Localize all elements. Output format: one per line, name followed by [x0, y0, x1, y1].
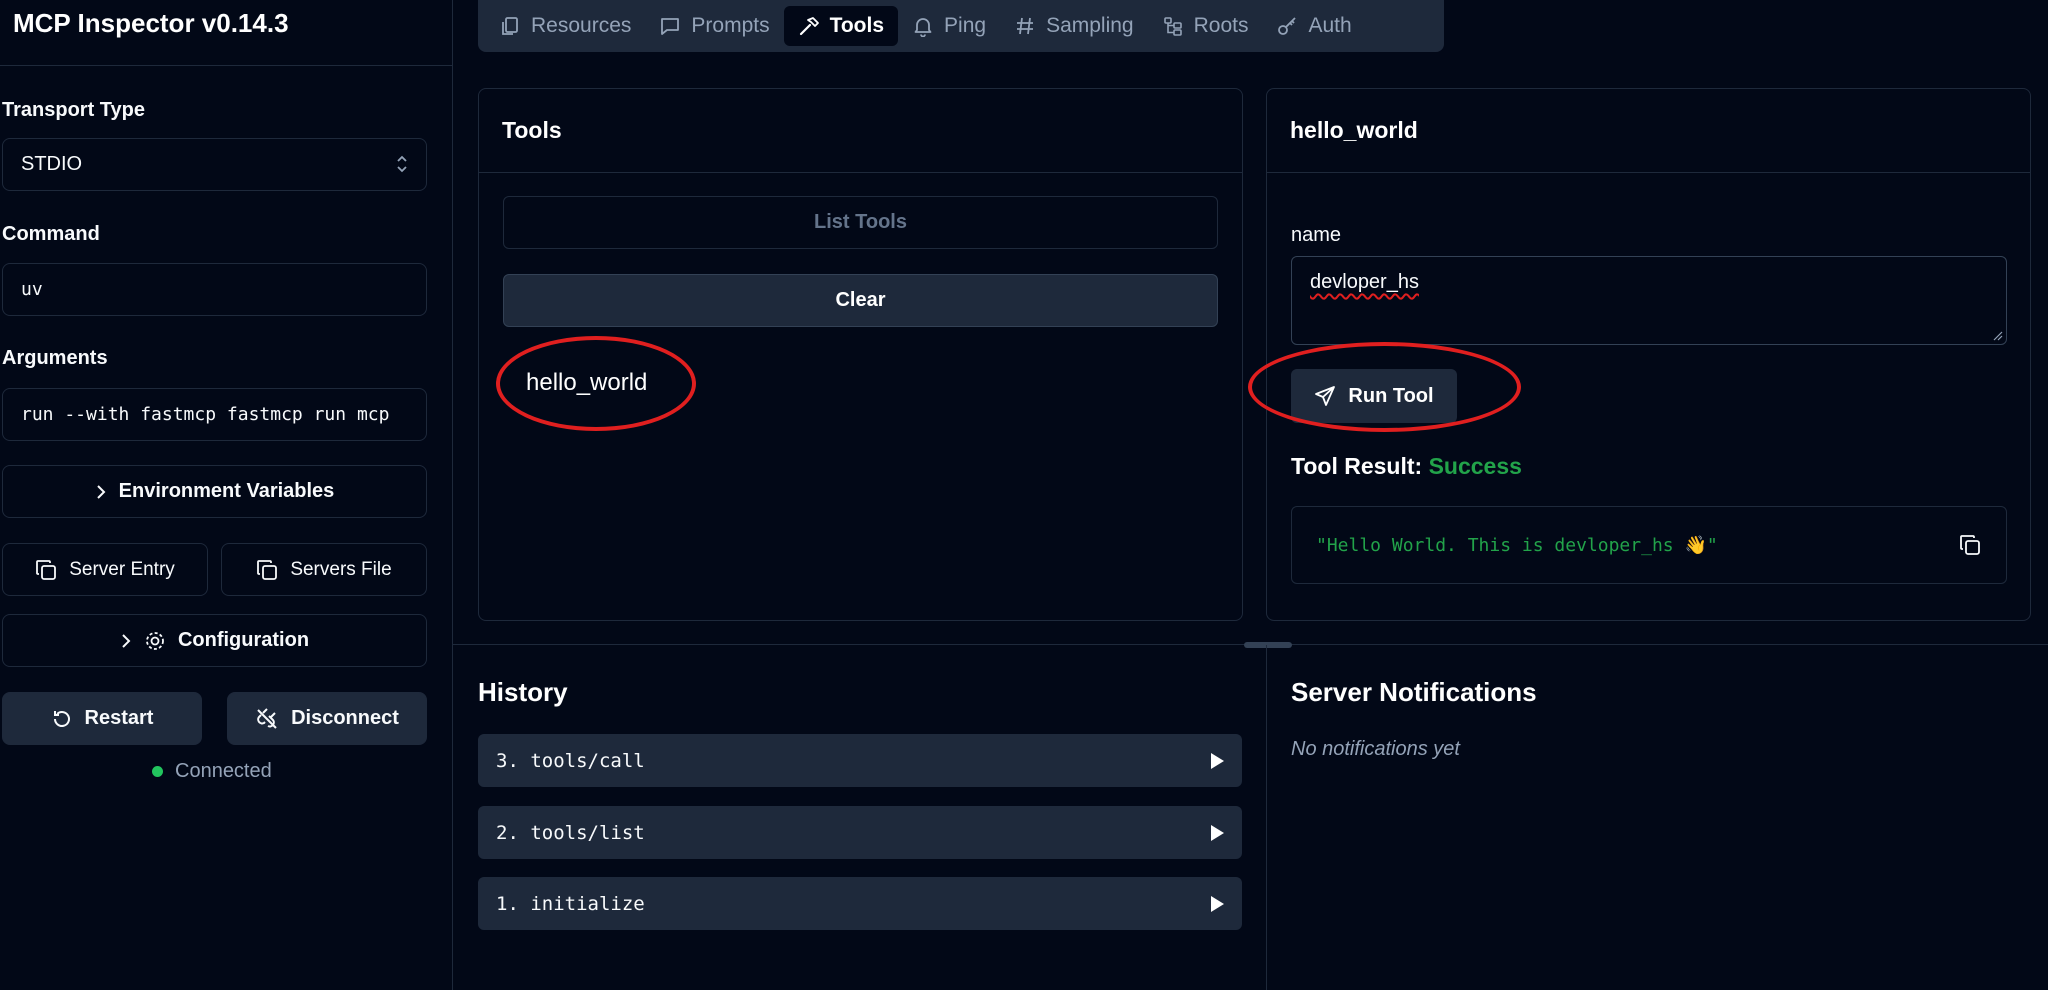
configuration-button[interactable]: Configuration — [2, 614, 427, 667]
tools-card-title: Tools — [479, 89, 1242, 173]
transport-type-select[interactable]: STDIO — [2, 138, 427, 191]
no-notifications-text: No notifications yet — [1291, 738, 1460, 760]
resize-grip-icon[interactable] — [1993, 331, 2003, 341]
servers-file-button[interactable]: Servers File — [221, 543, 427, 596]
clear-button[interactable]: Clear — [503, 274, 1218, 327]
tab-prompts[interactable]: Prompts — [645, 6, 783, 46]
servers-file-label: Servers File — [290, 558, 392, 580]
connection-status-text: Connected — [175, 760, 272, 782]
copy-icon — [36, 559, 57, 580]
copy-icon — [257, 559, 278, 580]
tab-roots-label: Roots — [1193, 14, 1249, 37]
tab-ping[interactable]: Ping — [898, 6, 1000, 46]
history-item-label: 3. tools/call — [496, 749, 645, 772]
play-icon — [1211, 752, 1224, 769]
app-title: MCP Inspector v0.14.3 — [13, 8, 289, 38]
sidebar-header: MCP Inspector v0.14.3 — [0, 0, 452, 66]
command-value: uv — [21, 279, 43, 300]
transport-type-label: Transport Type — [2, 99, 145, 121]
tab-roots[interactable]: Roots — [1148, 6, 1263, 46]
resize-handle[interactable] — [1244, 642, 1292, 648]
arguments-value: run --with fastmcp fastmcp run mcp — [21, 404, 390, 425]
tab-bar: Resources Prompts Tools Ping Sampling Ro… — [478, 0, 1444, 52]
tool-result-status: Success — [1428, 453, 1522, 479]
send-icon — [1315, 386, 1336, 406]
restart-button[interactable]: Restart — [2, 692, 202, 745]
play-icon — [1211, 895, 1224, 912]
param-name-value: devloper_hs — [1310, 271, 1419, 293]
tab-resources-label: Resources — [531, 14, 632, 37]
environment-variables-button[interactable]: Environment Variables — [2, 465, 427, 518]
connection-status: Connected — [152, 760, 272, 783]
chevrons-up-down-icon — [397, 155, 407, 173]
play-icon — [1211, 824, 1224, 841]
tab-tools-label: Tools — [829, 14, 885, 37]
run-tool-button[interactable]: Run Tool — [1291, 369, 1457, 423]
tools-card: Tools List Tools Clear hello_world — [478, 88, 1243, 621]
transport-type-value: STDIO — [21, 153, 83, 175]
disconnect-label: Disconnect — [291, 707, 399, 729]
bottom-panel-divider — [1266, 645, 1267, 990]
status-dot — [152, 766, 163, 777]
tab-sampling-label: Sampling — [1046, 14, 1134, 37]
disconnect-button[interactable]: Disconnect — [227, 692, 427, 745]
server-entry-label: Server Entry — [69, 558, 175, 580]
history-item[interactable]: 1. initialize — [478, 877, 1242, 930]
tab-sampling[interactable]: Sampling — [1000, 6, 1148, 46]
history-item-label: 2. tools/list — [496, 821, 645, 844]
gear-icon — [146, 631, 164, 650]
message-icon — [661, 18, 680, 35]
tool-result-label: Tool Result: — [1291, 453, 1423, 479]
tool-item-hello-world[interactable]: hello_world — [526, 369, 647, 397]
tool-result-text: "Hello World. This is devloper_hs 👋" — [1316, 534, 1718, 556]
tool-result-heading: Tool Result: Success — [1291, 453, 1522, 480]
rotate-ccw-icon — [53, 710, 70, 727]
tab-auth[interactable]: Auth — [1262, 6, 1365, 46]
tab-ping-label: Ping — [944, 14, 987, 37]
tool-result-box: "Hello World. This is devloper_hs 👋" — [1291, 506, 2007, 584]
run-tool-label: Run Tool — [1348, 384, 1434, 407]
param-name-label: name — [1291, 224, 1342, 246]
tab-tools[interactable]: Tools — [783, 6, 899, 46]
unplug-icon — [257, 707, 277, 729]
history-item[interactable]: 2. tools/list — [478, 806, 1242, 859]
restart-label: Restart — [84, 707, 154, 729]
arguments-label: Arguments — [2, 347, 108, 369]
arguments-input[interactable]: run --with fastmcp fastmcp run mcp — [2, 388, 427, 441]
history-item[interactable]: 3. tools/call — [478, 734, 1242, 787]
bell-icon — [914, 18, 932, 37]
server-notifications-title: Server Notifications — [1291, 677, 1537, 707]
hash-icon — [1017, 17, 1034, 35]
param-name-input[interactable]: devloper_hs — [1291, 256, 2007, 345]
chevron-right-icon — [122, 633, 131, 648]
hammer-icon — [799, 17, 819, 36]
history-item-label: 1. initialize — [496, 892, 645, 915]
command-input[interactable]: uv — [2, 263, 427, 316]
tab-prompts-label: Prompts — [691, 14, 770, 37]
environment-variables-label: Environment Variables — [118, 480, 335, 502]
file-icon — [502, 17, 518, 35]
list-tools-button[interactable]: List Tools — [503, 196, 1218, 249]
key-icon — [1278, 17, 1297, 35]
folder-tree-icon — [1163, 17, 1182, 36]
copy-icon[interactable] — [1958, 533, 1982, 557]
history-title: History — [478, 677, 568, 707]
command-label: Command — [2, 223, 100, 245]
configuration-label: Configuration — [177, 629, 310, 651]
tool-detail-card: hello_world name devloper_hs Run Tool To… — [1266, 88, 2031, 621]
chevron-right-icon — [96, 484, 106, 499]
tab-resources[interactable]: Resources — [485, 6, 645, 46]
server-entry-button[interactable]: Server Entry — [2, 543, 208, 596]
tool-detail-title: hello_world — [1267, 89, 2030, 173]
sidebar: MCP Inspector v0.14.3 Transport Type STD… — [0, 0, 453, 990]
mcp-inspector-app: MCP Inspector v0.14.3 Transport Type STD… — [0, 0, 2048, 990]
tab-auth-label: Auth — [1308, 14, 1352, 37]
